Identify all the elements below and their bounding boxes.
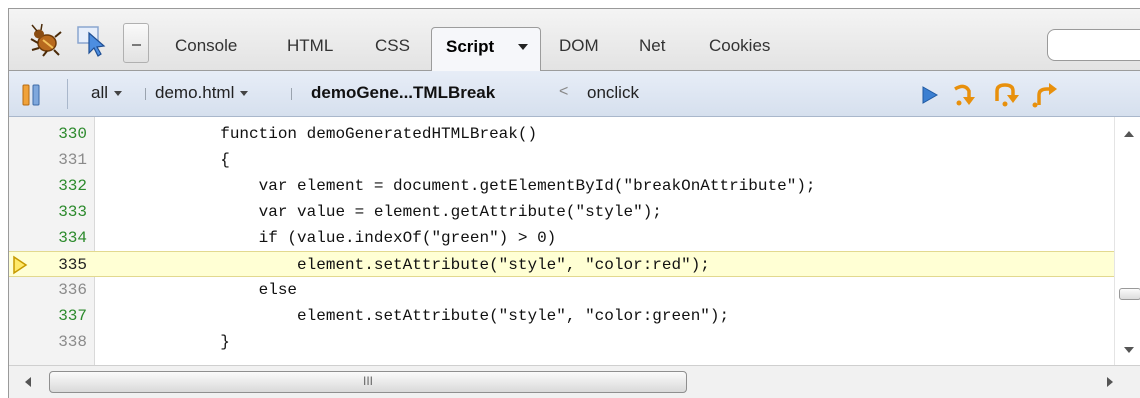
bug-icon[interactable] <box>29 23 63 57</box>
crumb-divider <box>291 88 292 100</box>
tab-net[interactable]: Net <box>639 36 665 56</box>
source-code-text: var element = document.getElementById("b… <box>105 177 816 195</box>
source-code-text: else <box>105 281 298 299</box>
line-number[interactable]: 334 <box>9 229 87 247</box>
file-label: demo.html <box>155 83 235 102</box>
line-number[interactable]: 332 <box>9 177 87 195</box>
filter-all-label: all <box>91 83 109 102</box>
scroll-left-icon[interactable] <box>25 377 31 387</box>
chevron-down-icon <box>114 91 123 97</box>
tab-html[interactable]: HTML <box>287 36 333 56</box>
current-source-line: 335 element.setAttribute("style", "color… <box>9 251 1114 277</box>
firebug-panel: Console HTML CSS Script DOM Net Cookies … <box>8 8 1140 398</box>
tab-console[interactable]: Console <box>175 36 237 56</box>
tab-script[interactable]: Script <box>431 27 541 72</box>
scroll-down-icon[interactable] <box>1124 347 1134 353</box>
source-line: 332 var element = document.getElementByI… <box>9 173 1114 199</box>
step-into-icon[interactable] <box>951 81 981 109</box>
tab-dom[interactable]: DOM <box>559 36 599 56</box>
chevron-down-icon <box>240 91 249 97</box>
line-number[interactable]: 330 <box>9 125 87 143</box>
source-code-text: var value = element.getAttribute("style"… <box>105 203 662 221</box>
tab-css[interactable]: CSS <box>375 36 410 56</box>
crumb-event[interactable]: onclick <box>587 83 639 103</box>
tab-script-label: Script <box>446 37 495 56</box>
scroll-grip: III <box>362 374 373 388</box>
tab-cookies[interactable]: Cookies <box>709 36 770 56</box>
line-number[interactable]: 337 <box>9 307 87 325</box>
crumb-separator: < <box>559 83 569 100</box>
pause-icon[interactable] <box>21 83 43 107</box>
line-number[interactable]: 336 <box>9 281 87 299</box>
source-code-text: } <box>105 333 230 351</box>
crumb-divider <box>145 88 146 100</box>
script-source-view: 330 function demoGeneratedHTMLBreak() 331… <box>9 117 1114 365</box>
line-number[interactable]: 338 <box>9 333 87 351</box>
vertical-scroll-thumb[interactable] <box>1119 288 1140 300</box>
filter-all-dropdown[interactable]: all <box>91 83 123 103</box>
crumb-function[interactable]: demoGene...TMLBreak <box>311 83 495 103</box>
horizontal-scrollbar[interactable]: III <box>9 365 1140 398</box>
source-line: 331 { <box>9 147 1114 173</box>
play-icon[interactable] <box>915 81 945 109</box>
inspect-cursor-icon[interactable] <box>75 23 109 57</box>
scroll-up-icon[interactable] <box>1124 131 1134 137</box>
script-toolbar: all demo.html demoGene...TMLBreak < oncl… <box>9 71 1140 117</box>
source-line: 334 if (value.indexOf("green") > 0) <box>9 225 1114 251</box>
toolbar-divider <box>67 79 68 109</box>
source-line: 338 } <box>9 329 1114 355</box>
file-dropdown[interactable]: demo.html <box>155 83 249 103</box>
panel-menu-button[interactable] <box>123 23 149 63</box>
scroll-right-icon[interactable] <box>1107 377 1113 387</box>
source-code-text: { <box>105 151 230 169</box>
current-line-arrow-icon <box>13 255 28 275</box>
source-code-text: function demoGeneratedHTMLBreak() <box>105 125 538 143</box>
chevron-down-icon <box>518 44 528 50</box>
horizontal-scroll-thumb[interactable]: III <box>49 371 687 393</box>
search-input[interactable] <box>1047 29 1140 61</box>
line-number[interactable]: 331 <box>9 151 87 169</box>
vertical-scrollbar[interactable] <box>1114 117 1140 365</box>
source-line: 336 else <box>9 277 1114 303</box>
tab-toolbar: Console HTML CSS Script DOM Net Cookies <box>9 9 1140 72</box>
source-code-text: element.setAttribute("style", "color:red… <box>105 256 710 274</box>
line-number[interactable]: 333 <box>9 203 87 221</box>
source-line: 337 element.setAttribute("style", "color… <box>9 303 1114 329</box>
source-line: 333 var value = element.getAttribute("st… <box>9 199 1114 225</box>
source-code-text: element.setAttribute("style", "color:gre… <box>105 307 730 325</box>
source-line: 330 function demoGeneratedHTMLBreak() <box>9 121 1114 147</box>
menu-dash-icon <box>132 44 141 46</box>
step-over-icon[interactable] <box>991 81 1021 109</box>
step-out-icon[interactable] <box>1031 81 1061 109</box>
source-code-text: if (value.indexOf("green") > 0) <box>105 229 557 247</box>
